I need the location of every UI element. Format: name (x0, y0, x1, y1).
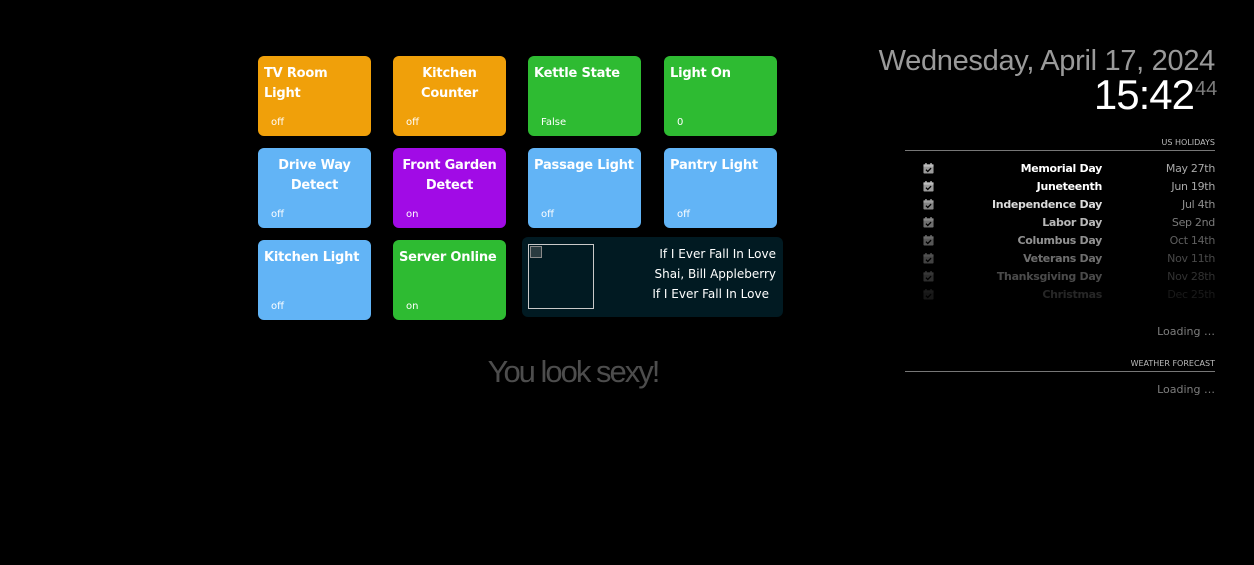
tile-title: Kitchen Counter (420, 66, 479, 101)
list-item: Thanksgiving Day Nov 28th (905, 268, 1215, 286)
holiday-name: Labor Day (1042, 216, 1102, 229)
tile-state: off (406, 117, 420, 128)
calendar-check-icon (923, 217, 934, 228)
compliment-text: You look sexy! (487, 354, 661, 389)
list-item: Juneteenth Jun 19th (905, 178, 1215, 196)
tile-front-garden-detect[interactable]: Front Garden Detect on (393, 148, 506, 228)
holidays-loading: Loading … (1157, 325, 1215, 338)
clock-time: 15:42 (1093, 71, 1195, 118)
tile-state: 0 (677, 117, 684, 128)
calendar-check-icon (923, 199, 934, 210)
media-player-tile[interactable]: If I Ever Fall In Love Shai, Bill Appleb… (522, 237, 783, 317)
holidays-header: US HOLIDAYS (905, 138, 1215, 151)
calendar-check-icon (923, 181, 934, 192)
tile-title: TV Room Light (264, 66, 328, 101)
holiday-date: May 27th (1165, 162, 1215, 175)
album-art (528, 244, 594, 309)
holiday-date: Oct 14th (1169, 234, 1216, 247)
tile-kettle-state[interactable]: Kettle State False (528, 56, 641, 136)
holiday-name: Juneteenth (1036, 180, 1103, 193)
tile-title: Front Garden Detect (402, 158, 497, 193)
tile-title: Light On (670, 66, 731, 81)
mirror-dashboard: TV Room Light off Kitchen Counter off Ke… (0, 0, 1254, 565)
tile-state: on (406, 301, 419, 312)
tile-title: Drive Way Detect (278, 158, 351, 193)
tile-state: False (541, 117, 567, 128)
tile-title: Passage Light (534, 158, 634, 173)
list-item: Labor Day Sep 2nd (905, 214, 1215, 232)
calendar-check-icon (923, 253, 934, 264)
weather-loading: Loading … (1157, 383, 1215, 396)
tile-light-on[interactable]: Light On 0 (664, 56, 777, 136)
tile-title: Kettle State (534, 66, 620, 81)
holiday-date: Nov 11th (1167, 252, 1215, 265)
clock-seconds: 44 (1195, 78, 1218, 100)
list-item: Christmas Dec 25th (905, 286, 1215, 304)
tile-server-online[interactable]: Server Online on (393, 240, 506, 320)
tile-state: off (271, 301, 285, 312)
weather-header: WEATHER FORECAST (905, 359, 1215, 372)
tile-state: off (271, 209, 285, 220)
list-item: Columbus Day Oct 14th (905, 232, 1215, 250)
list-item: Memorial Day May 27th (905, 160, 1215, 178)
list-item: Veterans Day Nov 11th (905, 250, 1215, 268)
tile-drive-way-detect[interactable]: Drive Way Detect off (258, 148, 371, 228)
media-album: If I Ever Fall In Love (652, 287, 769, 301)
broken-image-icon (530, 246, 542, 258)
tile-kitchen-counter[interactable]: Kitchen Counter off (393, 56, 506, 136)
holiday-name: Columbus Day (1017, 234, 1102, 247)
tile-state: off (677, 209, 691, 220)
tile-passage-light[interactable]: Passage Light off (528, 148, 641, 228)
media-artist: Shai, Bill Appleberry (654, 267, 776, 281)
tile-kitchen-light[interactable]: Kitchen Light off (258, 240, 371, 320)
calendar-check-icon (923, 163, 934, 174)
holiday-name: Thanksgiving Day (996, 270, 1102, 283)
holiday-date: Sep 2nd (1171, 216, 1215, 229)
calendar-check-icon (923, 289, 934, 300)
list-item: Independence Day Jul 4th (905, 196, 1215, 214)
holiday-name: Memorial Day (1020, 162, 1103, 175)
holiday-date: Nov 28th (1167, 270, 1215, 283)
tile-state: off (541, 209, 555, 220)
tile-title: Pantry Light (670, 158, 758, 173)
tile-title: Server Online (399, 250, 497, 265)
holiday-date: Jun 19th (1171, 180, 1215, 193)
holiday-name: Veterans Day (1023, 252, 1102, 265)
tile-title: Kitchen Light (264, 250, 360, 265)
calendar-check-icon (923, 235, 934, 246)
calendar-check-icon (923, 271, 934, 282)
holiday-date: Jul 4th (1182, 198, 1215, 211)
holiday-name: Independence Day (992, 198, 1102, 211)
holiday-list: Memorial Day May 27th Juneteenth Jun 19th In… (905, 160, 1215, 304)
tile-state: off (271, 117, 285, 128)
holiday-date: Dec 25th (1167, 288, 1215, 301)
tile-state: on (406, 209, 419, 220)
tile-tv-room-light[interactable]: TV Room Light off (258, 56, 371, 136)
media-track-title: If I Ever Fall In Love (659, 247, 776, 261)
tile-pantry-light[interactable]: Pantry Light off (664, 148, 777, 228)
holiday-name: Christmas (1042, 288, 1102, 301)
